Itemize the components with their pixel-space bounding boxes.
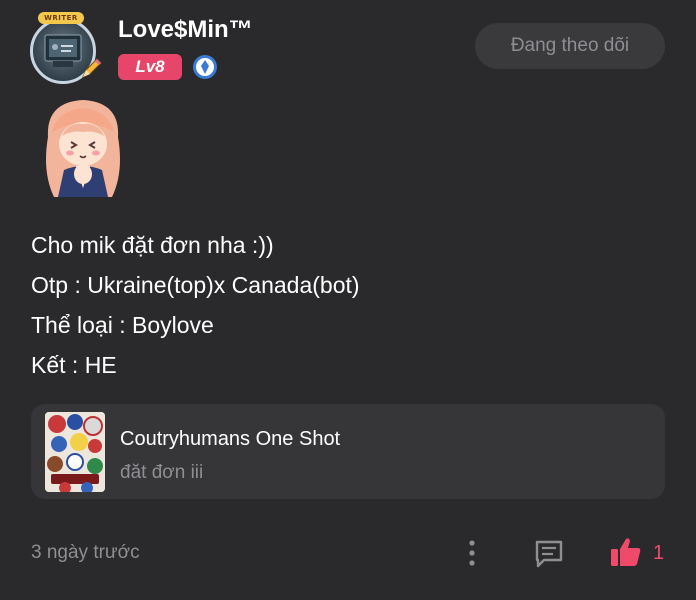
like-count: 1 [653,542,665,564]
story-cover-thumbnail [45,412,105,492]
post-line: Kết : HE [31,352,117,378]
post-header: WRITER Love$Min™ Lv8 Đang theo dõi [28,12,668,92]
more-options-icon[interactable] [460,536,484,570]
writer-frame-label: WRITER [38,12,84,24]
story-title: Coutryhumans One Shot [120,428,341,450]
post-line: Thể loại : Boylove [31,312,214,338]
post-body: Cho mik đặt đơn nha :)) Otp : Ukraine(to… [31,225,651,385]
post-timestamp: 3 ngày trước [31,542,140,563]
user-avatar[interactable]: WRITER [28,12,104,84]
diamond-badge-icon [193,55,217,79]
username[interactable]: Love$Min™ [118,16,253,44]
chibi-sticker-image [46,100,120,197]
thumbs-up-icon[interactable] [608,534,644,570]
comment-icon[interactable] [532,536,566,570]
following-button[interactable]: Đang theo dõi [475,23,665,69]
linked-story-card[interactable]: Coutryhumans One Shot đăt đơn iii [31,404,665,499]
post-line: Otp : Ukraine(top)x Canada(bot) [31,272,360,298]
level-badge: Lv8 [118,54,182,80]
pencil-icon [82,58,102,78]
post-line: Cho mik đặt đơn nha :)) [31,232,274,258]
story-chapter: đăt đơn iii [120,462,204,483]
post-footer: 3 ngày trước 1 [0,530,696,580]
